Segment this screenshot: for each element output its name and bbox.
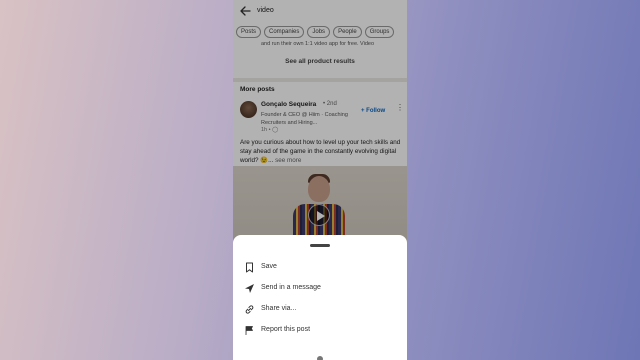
report-post-option-label: Report this post <box>261 326 311 333</box>
share-via-option[interactable]: Share via... <box>233 301 407 319</box>
send-in-message-option[interactable]: Send in a message <box>233 280 407 298</box>
report-post-option[interactable]: Report this post <box>233 322 407 340</box>
post-options-sheet: Save Send in a message Share via... Repo… <box>233 235 407 360</box>
bookmark-icon <box>246 262 253 273</box>
flag-icon <box>245 326 253 335</box>
home-indicator <box>317 356 323 360</box>
link-icon <box>245 305 254 314</box>
share-via-option-label: Share via... <box>261 305 297 312</box>
sheet-drag-handle[interactable] <box>310 244 330 247</box>
save-option[interactable]: Save <box>233 259 407 277</box>
save-option-label: Save <box>261 263 277 270</box>
send-in-message-option-label: Send in a message <box>261 284 321 291</box>
send-icon <box>245 284 254 293</box>
